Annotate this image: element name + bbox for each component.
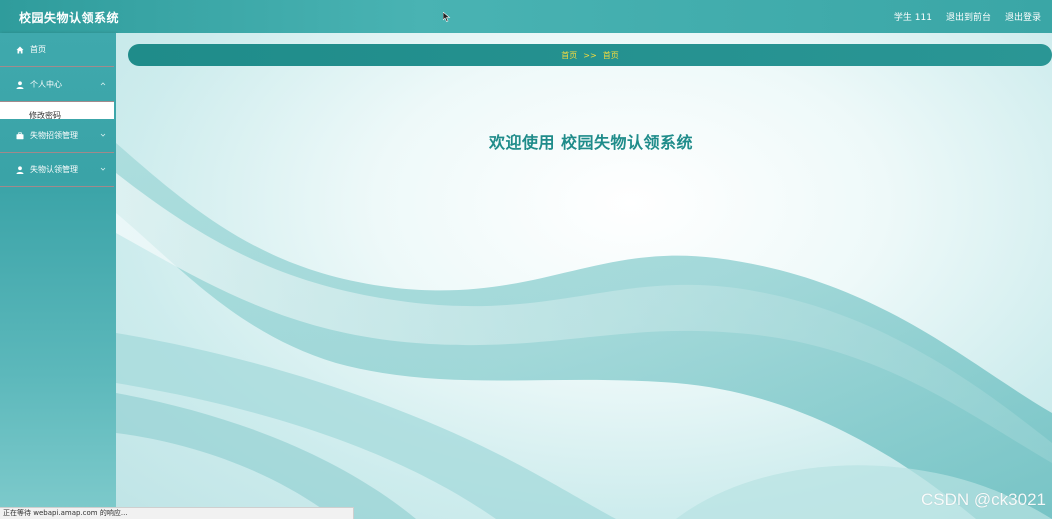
app-title: 校园失物认领系统 bbox=[19, 11, 120, 25]
sidebar-item-label: 首页 bbox=[30, 45, 46, 54]
breadcrumb-current: 首页 bbox=[602, 50, 619, 60]
briefcase-icon bbox=[15, 131, 25, 141]
csdn-watermark: CSDN @ck3021 bbox=[921, 490, 1046, 509]
home-icon bbox=[15, 45, 25, 55]
sidebar-item-label: 个人中心 bbox=[30, 80, 62, 89]
breadcrumb-link-home[interactable]: 首页 bbox=[561, 50, 577, 61]
sidebar-item-lost-found-management[interactable]: 失物招领管理 bbox=[0, 119, 114, 153]
sidebar-item-personal-center[interactable]: 个人中心 bbox=[0, 68, 114, 102]
top-header: 校园失物认领系统 学生 111 退出到前台 退出登录 bbox=[0, 0, 1052, 33]
header-actions: 学生 111 退出到前台 退出登录 bbox=[894, 10, 1041, 23]
submenu-personal-center: 修改密码 bbox=[0, 102, 114, 119]
chevron-down-icon bbox=[100, 167, 106, 171]
sidebar-item-label: 失物招领管理 bbox=[30, 131, 78, 140]
breadcrumb-separator: >> bbox=[583, 50, 597, 60]
user-icon bbox=[15, 165, 25, 175]
submenu-item-change-password[interactable]: 修改密码 bbox=[29, 110, 61, 119]
welcome-title: 欢迎使用 校园失物认领系统 bbox=[488, 133, 694, 152]
sidebar-item-label: 失物认领管理 bbox=[30, 165, 78, 174]
sidebar: 首页 个人中心 修改密码 失物招领管理 失物认领管理 bbox=[0, 33, 116, 519]
main-content: 首页 >> 首页 欢迎使用 校园失物认领系统 bbox=[116, 33, 1052, 519]
user-icon bbox=[15, 80, 25, 90]
logout-link[interactable]: 退出登录 bbox=[1005, 10, 1041, 23]
sidebar-item-claim-management[interactable]: 失物认领管理 bbox=[0, 153, 114, 187]
chevron-down-icon bbox=[100, 133, 106, 137]
sidebar-item-home[interactable]: 首页 bbox=[0, 33, 114, 67]
chevron-up-icon bbox=[100, 82, 106, 86]
silk-background-image bbox=[116, 143, 1052, 519]
current-user-label: 学生 111 bbox=[893, 13, 932, 23]
breadcrumb: 首页 >> 首页 bbox=[128, 44, 1052, 66]
mouse-cursor-icon bbox=[443, 12, 451, 22]
exit-to-frontend-link[interactable]: 退出到前台 bbox=[946, 10, 991, 23]
browser-status-bar: 正在等待 webapi.amap.com 的响应... bbox=[0, 507, 354, 519]
